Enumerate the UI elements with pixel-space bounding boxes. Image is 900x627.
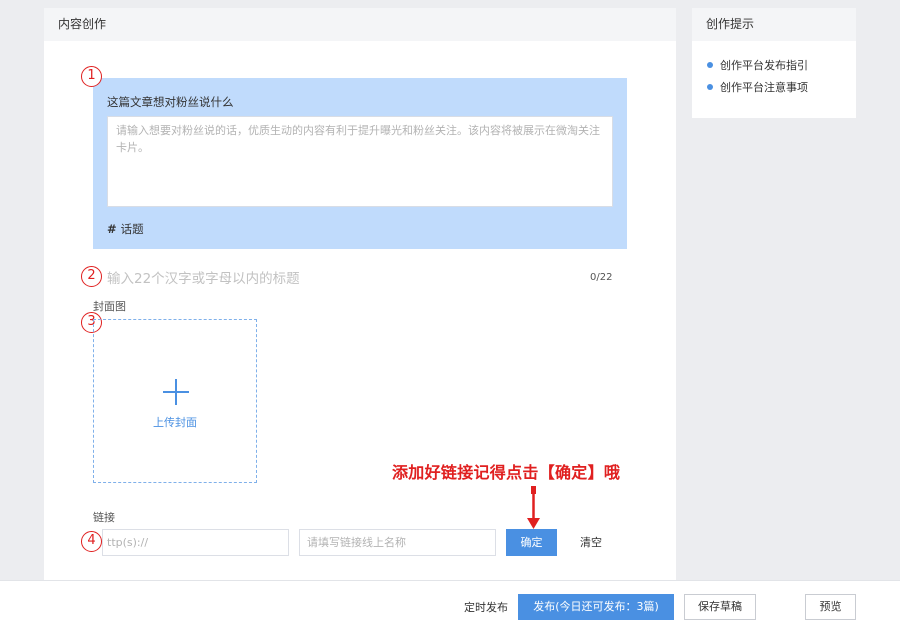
footer-bar [0, 580, 900, 627]
publish-button[interactable]: 发布(今日还可发布：3篇) [518, 594, 674, 620]
schedule-publish-button[interactable]: 定时发布 [464, 599, 508, 615]
upload-cover-label: 上传封面 [153, 416, 197, 429]
fans-message-textarea[interactable]: 请输入想要对粉丝说的话，优质生动的内容有利于提升曝光和粉丝关注。该内容将被展示在… [107, 116, 613, 207]
step-marker-2: 2 [81, 266, 102, 287]
arrow-down-icon [527, 486, 540, 529]
topic-label: 话题 [120, 222, 144, 236]
tips-panel-title: 创作提示 [692, 8, 856, 41]
fans-message-label: 这篇文章想对粉丝说什么 [107, 95, 234, 109]
fans-message-placeholder: 请输入想要对粉丝说的话，优质生动的内容有利于提升曝光和粉丝关注。该内容将被展示在… [116, 124, 600, 154]
bullet-icon [707, 62, 713, 68]
title-counter: 0/22 [590, 272, 613, 283]
tips-item-label: 创作平台注意事项 [720, 81, 808, 94]
title-input[interactable]: 输入22个汉字或字母以内的标题 [107, 268, 577, 290]
confirm-hint-annotation: 添加好链接记得点击【确定】哦 [392, 463, 621, 482]
plus-icon [163, 379, 189, 405]
tips-item-notice[interactable]: 创作平台注意事项 [707, 79, 808, 95]
tips-item-guide[interactable]: 创作平台发布指引 [707, 57, 808, 73]
title-placeholder: 输入22个汉字或字母以内的标题 [107, 271, 300, 287]
step-marker-4: 4 [81, 531, 102, 552]
clear-button[interactable]: 清空 [573, 529, 609, 556]
hash-icon: # [107, 222, 117, 236]
topic-button[interactable]: # 话题 [107, 221, 144, 237]
cover-upload-box[interactable]: 上传封面 [93, 319, 257, 483]
cover-label: 封面图 [93, 300, 126, 313]
link-name-input[interactable]: 请填写链接线上名称 [299, 529, 496, 556]
link-url-input[interactable]: ttp(s):// [102, 529, 289, 556]
link-label: 链接 [93, 511, 115, 524]
link-name-placeholder: 请填写链接线上名称 [307, 536, 406, 549]
save-draft-button[interactable]: 保存草稿 [684, 594, 756, 620]
fans-message-section: 这篇文章想对粉丝说什么 请输入想要对粉丝说的话，优质生动的内容有利于提升曝光和粉… [93, 78, 627, 249]
step-marker-1: 1 [81, 66, 102, 87]
link-url-placeholder: ttp(s):// [107, 536, 149, 549]
panel-title: 内容创作 [44, 8, 676, 41]
tips-item-label: 创作平台发布指引 [720, 59, 808, 72]
bullet-icon [707, 84, 713, 90]
preview-button[interactable]: 预览 [805, 594, 856, 620]
confirm-button[interactable]: 确定 [506, 529, 557, 556]
tips-panel: 创作提示 创作平台发布指引 创作平台注意事项 [692, 8, 856, 118]
